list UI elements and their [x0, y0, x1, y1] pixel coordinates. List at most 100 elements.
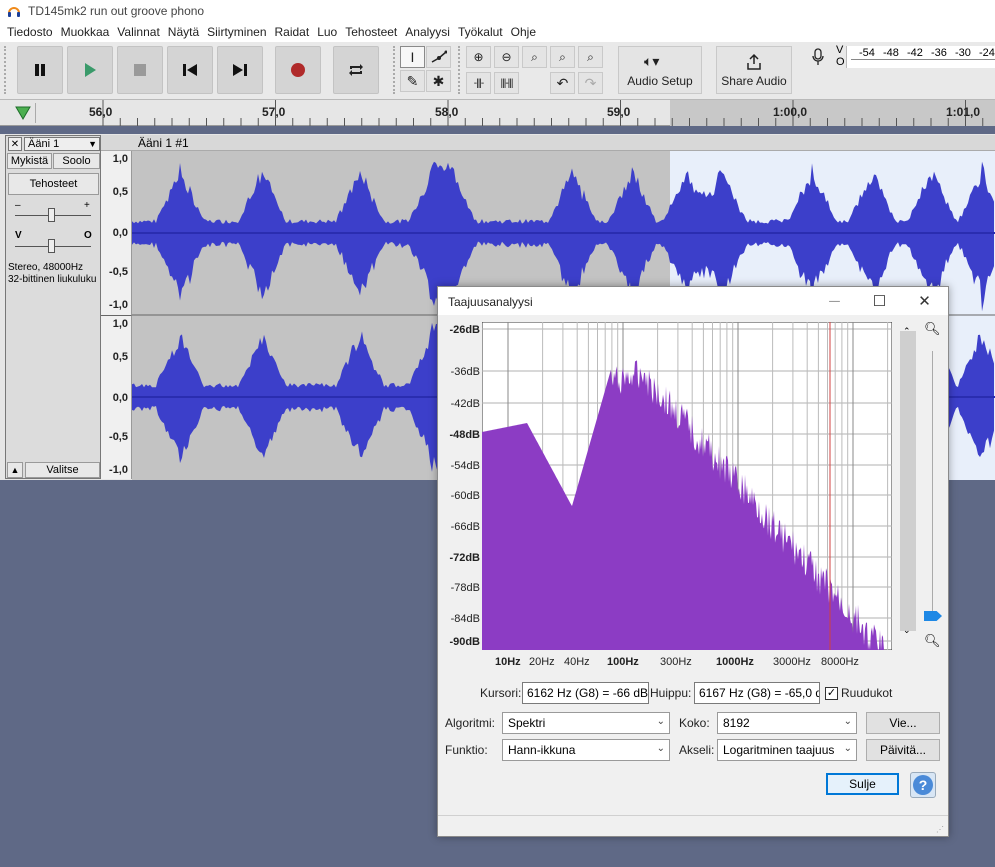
zoom-toggle-button[interactable]: ⌕: [578, 46, 603, 68]
multi-tool-button[interactable]: ✱: [426, 70, 451, 92]
scale-label: -1,0: [109, 464, 128, 476]
spectrum-plot[interactable]: [482, 322, 892, 650]
clip-title-spacer: [101, 135, 132, 151]
loop-icon: [349, 64, 363, 76]
zoom-out-button[interactable]: ⊖: [494, 46, 519, 68]
ruler-tick-label: 56,0: [89, 105, 113, 119]
timeline-ruler[interactable]: 56,0 57,0 58,0 59,0 1:00,0 1:01,0: [0, 100, 995, 126]
maximize-button[interactable]: ☐: [857, 287, 902, 315]
menu-raidat[interactable]: Raidat: [272, 25, 315, 39]
refresh-button[interactable]: Päivitä...: [866, 739, 940, 761]
resize-grip-icon[interactable]: ⋰: [936, 825, 944, 834]
zoom-out-plot-button[interactable]: 🔍︎: [924, 633, 941, 649]
db-axis: -26dB -36dB -42dB -48dB -54dB -60dB -66d…: [438, 317, 480, 648]
fit-project-button[interactable]: ⌕: [550, 46, 575, 68]
record-meter[interactable]: -54 -48 -42 -36 -30 -24: [846, 46, 995, 68]
menu-siirtyminen[interactable]: Siirtyminen: [204, 25, 271, 39]
edit-grip[interactable]: [458, 46, 460, 94]
maximize-icon: ☐: [872, 293, 887, 310]
menu-tyokalut[interactable]: Työkalut: [455, 25, 508, 39]
trim-outside-button[interactable]: -|||-: [466, 72, 491, 94]
title-bar: TD145mk2 run out groove phono: [0, 0, 995, 22]
amplitude-scale-left[interactable]: 1,0 0,5 0,0 -0,5 -1,0: [101, 151, 132, 315]
size-select[interactable]: 8192 ⌄: [717, 712, 857, 734]
mute-button[interactable]: Mykistä: [7, 153, 52, 169]
undo-button[interactable]: ↶: [550, 72, 575, 94]
skip-to-start-button[interactable]: [167, 46, 213, 94]
cursor-label: Kursori:: [480, 686, 522, 700]
scale-label: 0,5: [112, 186, 128, 198]
effects-button[interactable]: Tehosteet: [8, 173, 99, 195]
clip-title-bar[interactable]: Ääni 1 #1: [132, 135, 995, 151]
play-button[interactable]: [67, 46, 113, 94]
export-button[interactable]: Vie...: [866, 712, 940, 734]
menu-tehosteet[interactable]: Tehosteet: [342, 25, 402, 39]
pause-button[interactable]: [17, 46, 63, 94]
menu-luo[interactable]: Luo: [314, 25, 342, 39]
help-button[interactable]: ?: [910, 772, 936, 798]
minimize-button[interactable]: ─: [812, 287, 857, 315]
dialog-title-bar[interactable]: Taajuusanalyysi ─ ☐ ✕: [438, 287, 948, 315]
fit-selection-button[interactable]: ⌕: [522, 46, 547, 68]
cursor-readout[interactable]: 6162 Hz (G8) = -66 dB: [522, 682, 649, 704]
close-button[interactable]: ✕: [902, 287, 947, 315]
redo-button[interactable]: ↷: [578, 72, 603, 94]
menu-valinnat[interactable]: Valinnat: [114, 25, 164, 39]
zoom-in-plot-button[interactable]: 🔍︎: [924, 321, 941, 337]
tools-grip[interactable]: [393, 46, 395, 94]
menu-analyysi[interactable]: Analyysi: [402, 25, 455, 39]
ruler-ticks: [102, 100, 984, 126]
hz-axis-label: 10Hz: [495, 656, 521, 668]
hz-axis-label: 300Hz: [660, 656, 692, 668]
menu-tiedosto[interactable]: Tiedosto: [4, 25, 58, 39]
ruler-tick-label: 57,0: [262, 105, 286, 119]
algorithm-select[interactable]: Spektri ⌄: [502, 712, 670, 734]
window-title: TD145mk2 run out groove phono: [28, 4, 205, 18]
close-dialog-button[interactable]: Sulje: [826, 773, 899, 795]
axis-select[interactable]: Logaritminen taajuus ⌄: [717, 739, 857, 761]
envelope-tool-button[interactable]: [426, 46, 451, 68]
function-select[interactable]: Hann-ikkuna ⌄: [502, 739, 670, 761]
menu-ohje[interactable]: Ohje: [508, 25, 541, 39]
stop-button[interactable]: [117, 46, 163, 94]
function-value: Hann-ikkuna: [508, 743, 576, 757]
i-beam-icon: I: [410, 49, 415, 65]
zoom-slider-track: [932, 351, 933, 621]
track-menu-button[interactable]: Ääni 1 ▼: [24, 137, 100, 151]
selection-tool-button[interactable]: I: [400, 46, 425, 68]
gain-slider[interactable]: [48, 208, 55, 222]
zoom-in-button[interactable]: ⊕: [466, 46, 491, 68]
record-button[interactable]: [275, 46, 321, 94]
collapse-arrow-icon: ▲: [10, 465, 20, 475]
menu-nayta[interactable]: Näytä: [165, 25, 204, 39]
gain-minus-label: –: [15, 200, 21, 211]
record-meter-button[interactable]: [804, 46, 832, 68]
amplitude-scale-right[interactable]: 1,0 0,5 0,0 -0,5 -1,0: [101, 315, 132, 479]
redo-icon: ↷: [584, 74, 597, 91]
plot-scrollbar[interactable]: ⌃ ⌄: [900, 326, 916, 635]
grid-checkbox[interactable]: ✓: [825, 687, 838, 700]
axis-value: Logaritminen taajuus: [723, 743, 835, 757]
hz-axis-label: 1000Hz: [716, 656, 754, 668]
silence-selection-button[interactable]: |||-|||: [494, 72, 519, 94]
track-name: Ääni 1: [28, 138, 60, 150]
meter-channel-labels: V O: [836, 44, 845, 68]
peak-readout[interactable]: 6167 Hz (G8) = -65,0 dB: [694, 682, 820, 704]
pan-slider[interactable]: [48, 239, 55, 253]
zoom-slider-thumb[interactable]: [924, 611, 942, 621]
audio-setup-button[interactable]: 🔈︎▾ Audio Setup: [618, 46, 702, 94]
solo-button[interactable]: Soolo: [53, 153, 100, 169]
collapse-track-button[interactable]: ▲: [7, 462, 23, 478]
microphone-icon: [812, 48, 824, 65]
meter-label: -36: [931, 47, 947, 59]
menu-muokkaa[interactable]: Muokkaa: [58, 25, 115, 39]
draw-tool-button[interactable]: ✎: [400, 70, 425, 92]
menu-bar: Tiedosto Muokkaa Valinnat Näytä Siirtymi…: [0, 22, 995, 42]
skip-start-icon: [183, 64, 197, 76]
skip-to-end-button[interactable]: [217, 46, 263, 94]
toolbar-grip[interactable]: [4, 46, 10, 94]
loop-button[interactable]: [333, 46, 379, 94]
select-track-button[interactable]: Valitse: [25, 462, 100, 478]
close-track-button[interactable]: ✕: [8, 137, 22, 151]
share-audio-button[interactable]: Share Audio: [716, 46, 792, 94]
